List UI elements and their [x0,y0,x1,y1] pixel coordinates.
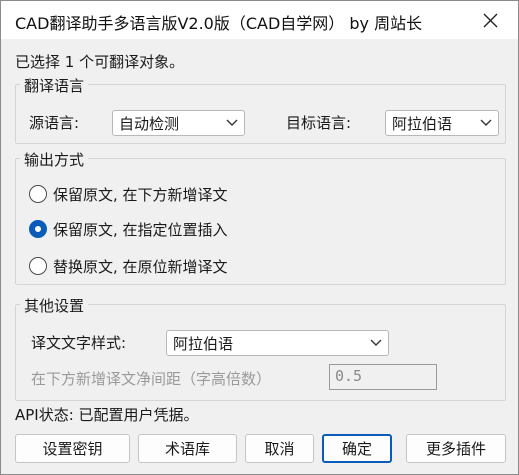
output-option-label: 保留原文, 在下方新增译文 [53,185,228,204]
set-key-button[interactable]: 设置密钥 [15,434,130,463]
close-icon [483,13,497,27]
title-bar[interactable]: CAD翻译助手多语言版V2.0版（CAD自学网） by 周站长 [1,1,518,39]
more-plugins-button[interactable]: 更多插件 [406,434,506,463]
output-option-insert-at-position[interactable]: 保留原文, 在指定位置插入 [29,217,228,241]
spacing-input[interactable]: 0.5 [329,364,437,390]
chevron-down-icon [480,119,492,126]
glossary-button[interactable]: 术语库 [138,434,237,463]
source-language-value: 自动检测 [119,115,180,133]
translation-style-value: 阿拉伯语 [173,335,234,353]
radio-button-selected[interactable] [29,220,47,238]
target-language-value: 阿拉伯语 [392,115,453,133]
other-settings-group-title: 其他设置 [20,295,89,316]
ok-button[interactable]: 确定 [322,434,392,463]
dialog-window: CAD翻译助手多语言版V2.0版（CAD自学网） by 周站长 已选择 1 个可… [0,0,519,475]
output-option-label: 替换原文, 在原位新增译文 [53,257,228,276]
spacing-value: 0.5 [335,367,363,385]
api-status: API状态: 已配置用户凭据。 [15,406,199,424]
target-language-select[interactable]: 阿拉伯语 [385,110,499,136]
translation-style-select[interactable]: 阿拉伯语 [166,330,389,356]
window-title: CAD翻译助手多语言版V2.0版（CAD自学网） by 周站长 [15,14,423,33]
translate-language-group-title: 翻译语言 [20,75,89,96]
output-option-label: 保留原文, 在指定位置插入 [53,220,228,239]
output-option-replace-original[interactable]: 替换原文, 在原位新增译文 [29,254,228,278]
chevron-down-icon [226,119,238,126]
output-option-append-below[interactable]: 保留原文, 在下方新增译文 [29,182,228,206]
radio-button[interactable] [29,185,47,203]
translation-style-label: 译文文字样式: [31,334,127,352]
source-language-label: 源语言: [29,114,80,132]
chevron-down-icon [370,339,382,346]
source-language-select[interactable]: 自动检测 [112,110,245,136]
selection-status: 已选择 1 个可翻译对象。 [15,53,185,71]
output-mode-group-title: 输出方式 [20,149,89,170]
radio-button[interactable] [29,257,47,275]
target-language-label: 目标语言: [286,114,352,132]
close-button[interactable] [472,1,508,39]
cancel-button[interactable]: 取消 [245,434,314,463]
spacing-label: 在下方新增译文净间距（字高倍数） [31,370,272,388]
